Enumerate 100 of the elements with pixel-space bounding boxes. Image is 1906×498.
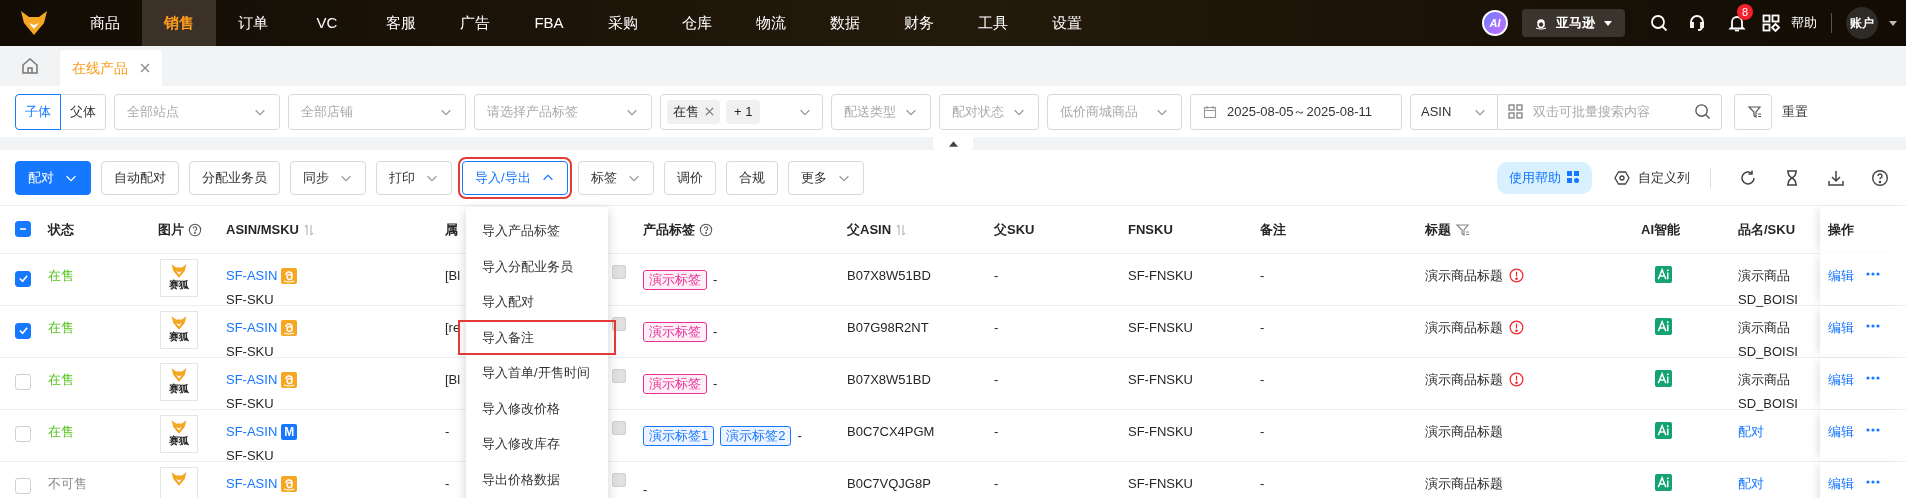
home-icon[interactable] xyxy=(21,57,39,75)
ai-icon[interactable] xyxy=(1655,474,1672,491)
status-chip[interactable]: 在售 xyxy=(667,99,720,124)
grid-icon[interactable] xyxy=(1508,104,1523,119)
store-select[interactable]: 亚马逊 xyxy=(1522,9,1625,37)
caret-icon[interactable] xyxy=(1888,18,1898,28)
checkbox[interactable] xyxy=(15,220,31,237)
filter-icon[interactable] xyxy=(1747,103,1763,120)
toolbar-button[interactable]: 分配业务员 xyxy=(189,160,280,195)
filter-icon[interactable] xyxy=(1455,221,1471,238)
nav-item[interactable]: 物流 xyxy=(734,0,808,46)
fox-logo-icon[interactable] xyxy=(19,9,49,37)
edit-link[interactable]: 编辑 xyxy=(1828,422,1854,442)
download-icon[interactable] xyxy=(1827,168,1845,187)
date-range-field[interactable]: 2025-08-05～2025-08-11 xyxy=(1190,93,1402,130)
column-header[interactable]: 操作 xyxy=(1828,219,1854,240)
apps-icon[interactable] xyxy=(1761,13,1781,33)
column-header[interactable]: 图片 xyxy=(158,219,184,240)
pair-link[interactable]: 配对 xyxy=(1738,424,1764,439)
toolbar-button[interactable]: 调价 xyxy=(663,160,716,195)
close-icon[interactable] xyxy=(140,63,150,73)
nav-item[interactable]: 数据 xyxy=(808,0,882,46)
search-input[interactable]: 双击可批量搜索内容 xyxy=(1533,101,1684,122)
pair-link[interactable]: 配对 xyxy=(1738,476,1764,491)
headset-icon[interactable] xyxy=(1687,13,1707,33)
edit-link[interactable]: 编辑 xyxy=(1828,370,1854,390)
nav-item[interactable]: 仓库 xyxy=(660,0,734,46)
nav-item[interactable]: 设置 xyxy=(1030,0,1104,46)
table-cell-text: - xyxy=(713,375,718,394)
asin-link[interactable]: SF-ASIN xyxy=(226,318,278,338)
column-header[interactable]: 父ASIN xyxy=(847,219,892,240)
edit-link[interactable]: 编辑 xyxy=(1828,318,1854,338)
nav-item[interactable]: 销售 xyxy=(142,0,216,46)
nav-item[interactable]: 广告 xyxy=(438,0,512,46)
more-icon[interactable] xyxy=(1866,480,1880,484)
menu-item[interactable]: 导入修改价格 xyxy=(466,390,608,426)
column-header[interactable]: 状态 xyxy=(48,219,74,240)
more-icon[interactable] xyxy=(1866,272,1880,276)
menu-item[interactable]: 导入分配业务员 xyxy=(466,248,608,284)
nav-item[interactable]: 财务 xyxy=(882,0,956,46)
more-icon[interactable] xyxy=(1866,376,1880,380)
help-link[interactable]: 帮助 xyxy=(1791,13,1817,33)
menu-item[interactable]: 导入备注 xyxy=(458,319,616,355)
menu-item[interactable]: 导入产品标签 xyxy=(466,213,608,249)
asin-link[interactable]: SF-ASIN xyxy=(226,422,278,442)
menu-item[interactable]: 导入配对 xyxy=(466,284,608,320)
ai-icon[interactable] xyxy=(1655,370,1672,387)
toolbar-button[interactable]: 打印 xyxy=(376,160,452,195)
column-header[interactable]: 父SKU xyxy=(994,219,1035,240)
more-icon[interactable] xyxy=(1866,324,1880,328)
nav-item[interactable]: 订单 xyxy=(216,0,290,46)
search-field[interactable]: 双击可批量搜索内容 xyxy=(1498,93,1722,130)
column-header[interactable]: AI智能 xyxy=(1641,219,1680,240)
close-icon[interactable] xyxy=(705,107,714,116)
refresh-icon[interactable] xyxy=(1739,168,1757,187)
account-avatar[interactable]: 账户 xyxy=(1846,7,1878,39)
help-icon[interactable] xyxy=(1871,168,1889,187)
column-header[interactable]: FNSKU xyxy=(1128,219,1173,240)
column-header[interactable]: 属 xyxy=(445,219,458,240)
search-icon[interactable] xyxy=(1694,103,1711,120)
more-icon[interactable] xyxy=(1866,428,1880,432)
toolbar-button[interactable]: 更多 xyxy=(787,160,864,195)
nav-item[interactable]: 工具 xyxy=(956,0,1030,46)
customize-columns-button[interactable]: 自定义列 xyxy=(1614,161,1690,194)
menu-item[interactable]: 导入首单/开售时间 xyxy=(466,355,608,391)
view-toggle[interactable]: 子体 xyxy=(15,93,61,130)
ai-icon[interactable] xyxy=(1655,318,1672,335)
column-header[interactable]: 品名/SKU xyxy=(1738,219,1796,240)
search-icon[interactable] xyxy=(1649,13,1669,33)
search-type-select[interactable]: ASIN xyxy=(1410,93,1498,130)
ai-icon[interactable] xyxy=(1655,422,1672,439)
column-header[interactable]: 标题 xyxy=(1425,219,1451,240)
column-header[interactable]: ASIN/MSKU xyxy=(226,219,299,240)
nav-item[interactable]: 商品 xyxy=(68,0,142,46)
nav-item[interactable]: VC xyxy=(290,0,364,46)
toolbar-button[interactable]: 同步 xyxy=(290,160,366,195)
edit-link[interactable]: 编辑 xyxy=(1828,266,1854,286)
view-toggle[interactable]: 父体 xyxy=(60,93,106,130)
reset-link[interactable]: 重置 xyxy=(1782,101,1808,122)
nav-item[interactable]: 客服 xyxy=(364,0,438,46)
nav-item[interactable]: 采购 xyxy=(586,0,660,46)
menu-item[interactable]: 导入修改库存 xyxy=(466,426,608,462)
status-select[interactable]: 在售 + 1 xyxy=(660,93,823,130)
asin-link[interactable]: SF-ASIN xyxy=(226,266,278,286)
toolbar-button[interactable]: 标签 xyxy=(577,160,654,195)
checkbox[interactable] xyxy=(15,322,31,339)
fox-icon xyxy=(170,471,188,487)
menu-item[interactable]: 导出价格数据 xyxy=(466,461,608,497)
edit-link[interactable]: 编辑 xyxy=(1828,474,1854,494)
toolbar-button[interactable]: 配对 xyxy=(15,160,91,195)
checkbox[interactable] xyxy=(15,270,31,287)
ai-icon[interactable] xyxy=(1655,266,1672,283)
column-header[interactable]: 备注 xyxy=(1260,219,1286,240)
toolbar-button[interactable]: 合规 xyxy=(725,160,778,195)
asin-link[interactable]: SF-ASIN xyxy=(226,474,278,494)
column-header[interactable]: 产品标签 xyxy=(643,219,695,240)
asin-link[interactable]: SF-ASIN xyxy=(226,370,278,390)
usage-help-button[interactable]: 使用帮助 xyxy=(1497,161,1592,194)
toolbar-button[interactable]: 自动配对 xyxy=(101,160,179,195)
nav-item[interactable]: FBA xyxy=(512,0,586,46)
